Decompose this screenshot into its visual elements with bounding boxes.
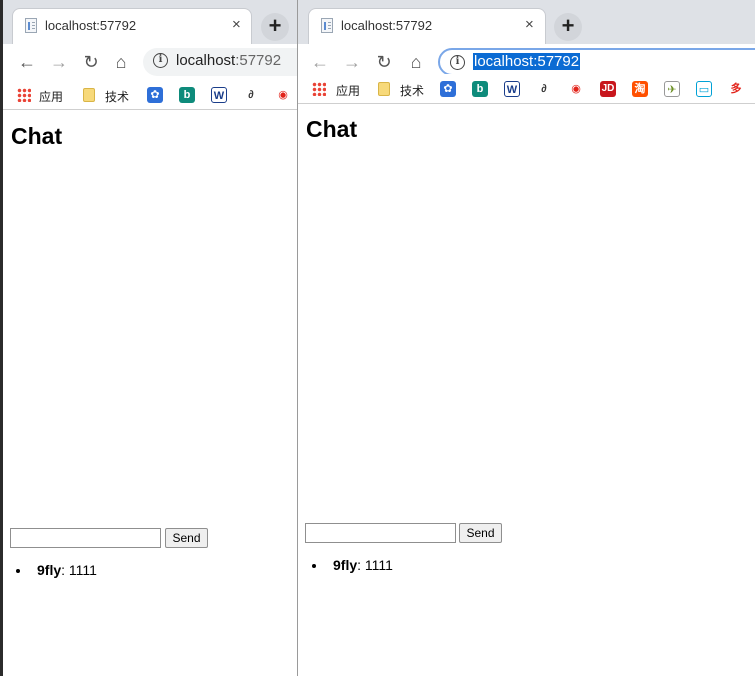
forward-arrow-icon[interactable]: → (340, 50, 364, 74)
taobao-icon[interactable]: 淘 (632, 81, 648, 97)
url-host: localhost (176, 52, 236, 69)
url-port: :57792 (533, 53, 580, 70)
script-icon[interactable]: ∂ (536, 81, 552, 97)
page-content: Chat Send 9fly: 1111 (3, 111, 298, 676)
new-tab-button[interactable]: + (554, 13, 582, 41)
send-button[interactable]: Send (459, 523, 502, 543)
bing-icon[interactable]: b (472, 81, 488, 97)
list-item: 9fly: 1111 (327, 557, 393, 573)
apps-grid-icon[interactable] (17, 88, 31, 102)
url-port: :57792 (235, 52, 282, 69)
bird-icon[interactable]: ✈ (664, 81, 680, 97)
url-text: localhost:57792 (176, 52, 281, 69)
send-button[interactable]: Send (165, 528, 208, 548)
message-list: 9fly: 1111 (31, 562, 97, 578)
back-arrow-icon[interactable]: ← (308, 50, 332, 74)
message-user: 9fly (333, 557, 358, 573)
url-host: localhost (474, 53, 534, 70)
bookmarks-bar: 应用 技术 ✿ b W ∂ ◉ JD 淘 ✈ ▭ 多 (298, 74, 755, 104)
url-text-selected: localhost:57792 (473, 53, 581, 70)
apps-grid-icon[interactable] (312, 82, 326, 96)
forward-arrow-icon[interactable]: → (47, 50, 71, 74)
info-icon[interactable]: i (450, 55, 465, 70)
address-bar[interactable]: i localhost:57792 (143, 48, 298, 76)
red-logo-icon[interactable]: 多 (728, 81, 744, 97)
message-text: : 1111 (357, 557, 393, 573)
reload-icon[interactable]: ↻ (79, 50, 103, 74)
wanwei-icon[interactable]: W (211, 87, 227, 103)
script-icon[interactable]: ∂ (243, 87, 259, 103)
page-favicon-icon (321, 18, 333, 33)
list-item: 9fly: 1111 (31, 562, 97, 578)
wanwei-icon[interactable]: W (504, 81, 520, 97)
bookmarks-bar: 应用 技术 ✿ b W ∂ ◉ (3, 80, 298, 110)
tab-title: localhost:57792 (45, 18, 137, 33)
baidu-icon[interactable]: ✿ (147, 87, 163, 103)
message-list: 9fly: 1111 (327, 557, 393, 573)
bing-icon[interactable]: b (179, 87, 195, 103)
new-tab-button[interactable]: + (261, 13, 289, 41)
back-arrow-icon[interactable]: ← (15, 50, 39, 74)
toolbar: ← → ↻ ⌂ i localhost:57792 (3, 44, 298, 80)
reload-icon[interactable]: ↻ (372, 50, 396, 74)
page-title: Chat (11, 123, 63, 149)
jd-icon[interactable]: JD (600, 81, 616, 97)
close-icon[interactable]: × (232, 17, 241, 33)
tab-title: localhost:57792 (341, 18, 433, 33)
bookmark-apps[interactable]: 应用 (39, 88, 63, 105)
weibo-icon[interactable]: ◉ (568, 81, 584, 97)
home-icon[interactable]: ⌂ (109, 50, 133, 74)
page-favicon-icon (25, 18, 37, 33)
message-user: 9fly (37, 562, 62, 578)
message-input[interactable] (305, 523, 456, 543)
folder-icon (83, 88, 95, 102)
info-icon[interactable]: i (153, 53, 168, 68)
home-icon[interactable]: ⌂ (404, 50, 428, 74)
baidu-icon[interactable]: ✿ (440, 81, 456, 97)
address-bar[interactable]: i localhost:57792 (438, 48, 755, 76)
page-content: Chat Send 9fly: 1111 (298, 104, 755, 676)
message-text: : 1111 (61, 562, 97, 578)
tab-localhost[interactable]: localhost:57792 × (308, 8, 546, 44)
browser-window-right: localhost:57792 × + ← → ↻ ⌂ i localhost:… (297, 0, 755, 676)
folder-icon (378, 82, 390, 96)
tab-strip: localhost:57792 × + (3, 0, 298, 44)
bookmark-apps[interactable]: 应用 (336, 82, 360, 99)
bilibili-icon[interactable]: ▭ (696, 81, 712, 97)
weibo-icon[interactable]: ◉ (275, 87, 291, 103)
tab-strip: localhost:57792 × + (298, 0, 755, 44)
close-icon[interactable]: × (525, 17, 534, 33)
message-input[interactable] (10, 528, 161, 548)
tab-localhost[interactable]: localhost:57792 × (12, 8, 252, 44)
page-title: Chat (306, 116, 358, 142)
bookmark-tech[interactable]: 技术 (400, 82, 424, 99)
bookmark-tech[interactable]: 技术 (105, 88, 129, 105)
browser-window-left: localhost:57792 × + ← → ↻ ⌂ i localhost:… (0, 0, 298, 676)
